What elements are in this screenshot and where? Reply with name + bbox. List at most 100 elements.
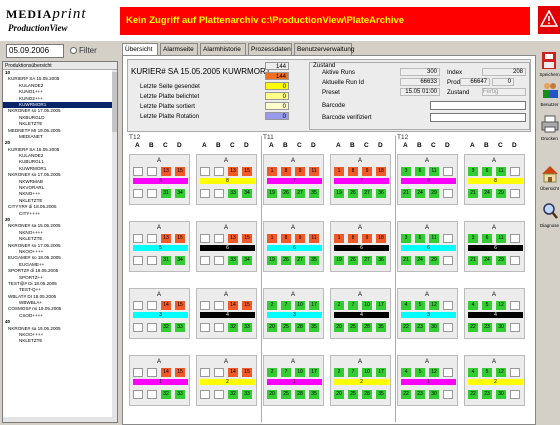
toolbar-button-4[interactable]: Diagnose	[539, 198, 560, 234]
plate-slot[interactable]	[133, 301, 143, 310]
plate-slot[interactable]: 1	[334, 167, 344, 176]
plate-slot[interactable]: 23	[415, 390, 425, 399]
radio-icon[interactable]	[70, 47, 77, 54]
plate-slot[interactable]: 22	[468, 323, 478, 332]
plate-slot[interactable]: 17	[309, 301, 319, 310]
plate-slot[interactable]: 25	[281, 390, 291, 399]
plate-slot[interactable]: 13	[161, 167, 171, 176]
plate-slot[interactable]: 33	[242, 323, 252, 332]
plate-slot[interactable]: 24	[415, 256, 425, 265]
plate-slot[interactable]	[214, 189, 224, 198]
plate-slot[interactable]	[133, 167, 143, 176]
plate-slot[interactable]: 29	[429, 189, 439, 198]
plate-slot[interactable]: 3	[401, 234, 411, 243]
plate-slot[interactable]: 8	[348, 167, 358, 176]
plate-slot[interactable]: 4	[468, 301, 478, 310]
plate-slot[interactable]: 15	[175, 301, 185, 310]
plate-slot[interactable]: 11	[429, 234, 439, 243]
plate-slot[interactable]: 23	[482, 323, 492, 332]
plate-slot[interactable]	[214, 256, 224, 265]
plate-slot[interactable]	[214, 301, 224, 310]
plate-slot[interactable]: 2	[334, 301, 344, 310]
plate-slot[interactable]: 7	[281, 368, 291, 377]
plate-slot[interactable]: 9	[295, 167, 305, 176]
plate-slot[interactable]: 20	[267, 390, 277, 399]
plate-slot[interactable]: 10	[362, 368, 372, 377]
plate-slot[interactable]: 13	[228, 234, 238, 243]
warning-icon[interactable]	[538, 6, 560, 34]
plate-slot[interactable]: 3	[401, 167, 411, 176]
plate-slot[interactable]: 8	[281, 234, 291, 243]
plate-cell[interactable]: A 4 5 12 3 22 23 30	[397, 288, 458, 339]
plate-slot[interactable]: 15	[242, 167, 252, 176]
plate-slot[interactable]: 5	[482, 368, 492, 377]
plate-slot[interactable]: 7	[348, 301, 358, 310]
plate-slot[interactable]: 9	[295, 234, 305, 243]
plate-slot[interactable]: 29	[496, 256, 506, 265]
plate-slot[interactable]: 18	[376, 234, 386, 243]
plate-cell[interactable]: A 13 15 5 31 34	[129, 154, 190, 205]
plate-slot[interactable]	[510, 390, 520, 399]
plate-cell[interactable]: A 13 15 8 33 34	[196, 154, 257, 205]
plate-slot[interactable]: 33	[228, 256, 238, 265]
plate-slot[interactable]	[510, 301, 520, 310]
plate-slot[interactable]: 25	[348, 390, 358, 399]
plate-slot[interactable]: 35	[309, 189, 319, 198]
plate-slot[interactable]: 15	[242, 301, 252, 310]
zustand-select[interactable]: Fertig	[482, 88, 526, 96]
plate-slot[interactable]	[443, 234, 453, 243]
plate-slot[interactable]	[147, 301, 157, 310]
plate-slot[interactable]: 11	[309, 167, 319, 176]
plate-slot[interactable]: 3	[468, 234, 478, 243]
plate-slot[interactable]: 30	[429, 323, 439, 332]
plate-slot[interactable]: 21	[401, 189, 411, 198]
plate-cell[interactable]: A 2 7 10 17 3 20 25 28 35	[263, 288, 324, 339]
plate-slot[interactable]: 20	[334, 323, 344, 332]
plate-slot[interactable]	[214, 390, 224, 399]
plate-slot[interactable]: 15	[175, 368, 185, 377]
plate-slot[interactable]: 30	[496, 323, 506, 332]
plate-slot[interactable]	[510, 256, 520, 265]
filter-option[interactable]: Filter	[70, 44, 116, 58]
scroll-thumb[interactable]	[112, 72, 117, 132]
tree-item[interactable]: NKLETZTE	[3, 338, 117, 344]
plate-cell[interactable]: A 1 8 9 11 7 19 26 27 35	[263, 154, 324, 205]
plate-slot[interactable]: 20	[267, 323, 277, 332]
vertical-scrollbar[interactable]	[112, 70, 117, 422]
plate-slot[interactable]: 26	[348, 189, 358, 198]
plate-cell[interactable]: A 14 15 4 32 33	[196, 288, 257, 339]
plate-slot[interactable]	[200, 234, 210, 243]
production-tree[interactable]: Produktionsübersicht 10 KURIER# SA 15.05.…	[2, 61, 118, 423]
plate-slot[interactable]	[443, 323, 453, 332]
plate-slot[interactable]: 6	[482, 234, 492, 243]
plate-slot[interactable]: 31	[161, 189, 171, 198]
plate-slot[interactable]	[133, 234, 143, 243]
plate-slot[interactable]: 17	[376, 301, 386, 310]
plate-slot[interactable]	[147, 167, 157, 176]
plate-slot[interactable]: 24	[482, 189, 492, 198]
plate-slot[interactable]: 23	[415, 323, 425, 332]
plate-slot[interactable]: 6	[415, 234, 425, 243]
plate-slot[interactable]	[133, 189, 143, 198]
plate-slot[interactable]: 32	[228, 390, 238, 399]
plate-slot[interactable]: 28	[295, 323, 305, 332]
plate-slot[interactable]	[510, 368, 520, 377]
plate-cell[interactable]: A 13 15 6 33 34	[196, 221, 257, 272]
plate-cell[interactable]: A 4 5 12 2 22 23 30	[464, 355, 525, 406]
plate-slot[interactable]: 15	[175, 234, 185, 243]
plate-slot[interactable]: 2	[267, 368, 277, 377]
plate-slot[interactable]	[510, 323, 520, 332]
plate-slot[interactable]: 8	[348, 234, 358, 243]
plate-slot[interactable]: 6	[415, 167, 425, 176]
plate-cell[interactable]: A 14 15 1 32 33	[129, 355, 190, 406]
plate-slot[interactable]: 26	[281, 189, 291, 198]
toolbar-button-2[interactable]: Drucken	[539, 111, 560, 147]
plate-slot[interactable]: 4	[401, 301, 411, 310]
plate-slot[interactable]: 14	[228, 301, 238, 310]
plate-slot[interactable]	[510, 234, 520, 243]
plate-cell[interactable]: A 14 15 3 32 33	[129, 288, 190, 339]
plate-slot[interactable]	[200, 301, 210, 310]
plate-slot[interactable]: 31	[161, 256, 171, 265]
plate-slot[interactable]	[133, 323, 143, 332]
plate-slot[interactable]: 15	[242, 368, 252, 377]
